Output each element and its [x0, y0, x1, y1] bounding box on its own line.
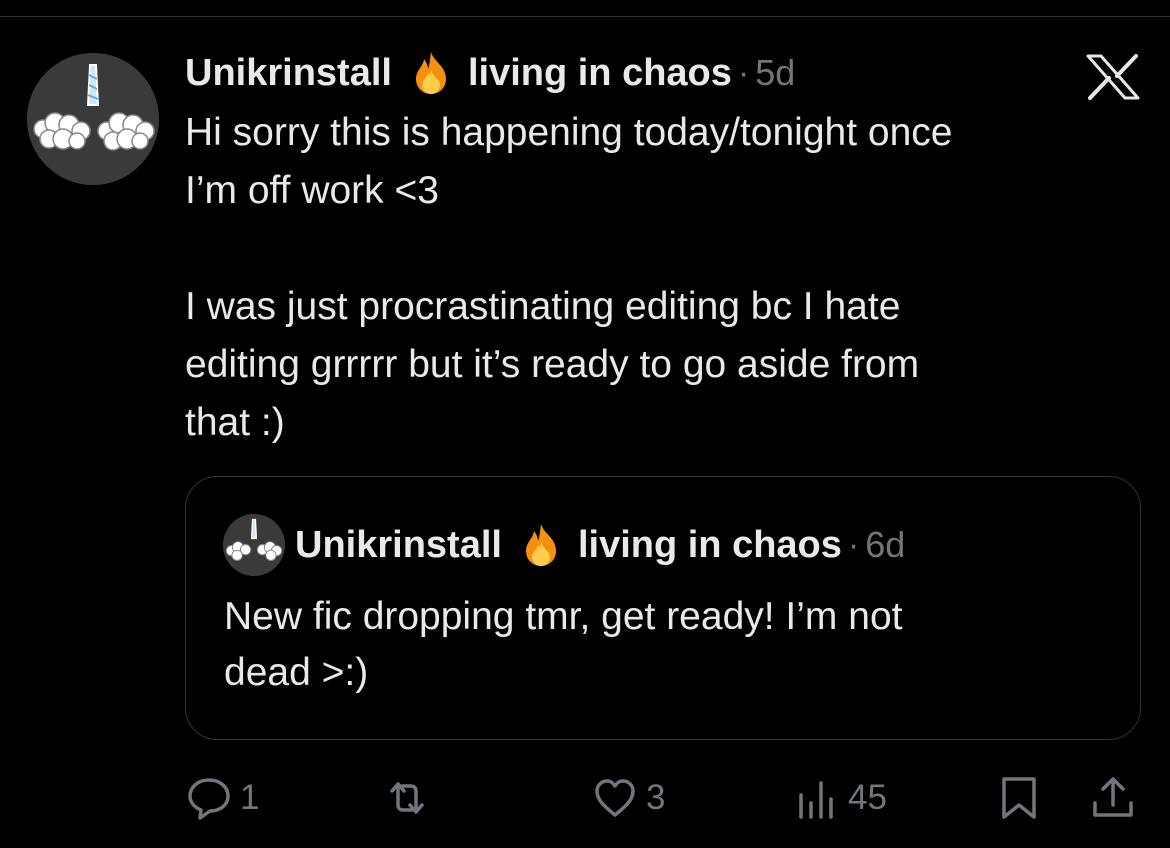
- heart-icon: [595, 779, 635, 817]
- tweet-timestamp[interactable]: 5d: [755, 52, 795, 94]
- reply-count: 1: [240, 778, 260, 817]
- tweet-body: Hi sorry this is happening today/tonight…: [185, 111, 953, 444]
- views-chart-icon: [799, 781, 833, 819]
- retweet-button[interactable]: [384, 770, 430, 826]
- author-avatar[interactable]: [27, 53, 159, 185]
- retweet-icon: [390, 782, 424, 814]
- quoted-tweet-timestamp: 6d: [865, 524, 906, 565]
- quoted-author-name: Unikrinstall: [295, 523, 502, 566]
- unicorn-avatar-icon: [27, 53, 159, 185]
- like-button[interactable]: 3: [592, 770, 665, 826]
- author-name[interactable]: Unikrinstall: [185, 52, 392, 95]
- quoted-header-separator: ·: [847, 525, 860, 564]
- fire-emoji-icon: [408, 50, 454, 96]
- quoted-tweet-card[interactable]: Unikrinstall living in chaos · 6d New fi…: [185, 476, 1141, 740]
- fire-emoji-icon: [518, 522, 564, 568]
- quoted-tweet-body: New fic dropping tmr, get ready! I’m not…: [224, 595, 903, 694]
- quoted-author-avatar: [223, 514, 285, 576]
- x-logo-icon[interactable]: [1086, 54, 1140, 100]
- tweet-action-bar: 1 3 45: [0, 770, 1170, 826]
- share-icon: [1093, 777, 1133, 817]
- quoted-author-display-suffix: living in chaos: [577, 523, 842, 566]
- reply-icon: [188, 778, 230, 820]
- reply-button[interactable]: 1: [186, 770, 259, 826]
- header-separator: ·: [737, 53, 750, 92]
- top-divider: [0, 16, 1170, 17]
- views-button[interactable]: 45: [794, 770, 887, 826]
- bookmark-icon: [1002, 777, 1036, 819]
- author-display-suffix[interactable]: living in chaos: [468, 52, 732, 95]
- bookmark-button[interactable]: [996, 770, 1042, 826]
- unicorn-avatar-icon: [223, 514, 285, 576]
- like-count: 3: [646, 778, 666, 817]
- quoted-tweet-header: Unikrinstall living in chaos · 6d: [223, 514, 906, 576]
- tweet-header: Unikrinstall living in chaos · 5d: [185, 48, 795, 98]
- share-button[interactable]: [1090, 770, 1136, 826]
- view-count: 45: [848, 778, 887, 817]
